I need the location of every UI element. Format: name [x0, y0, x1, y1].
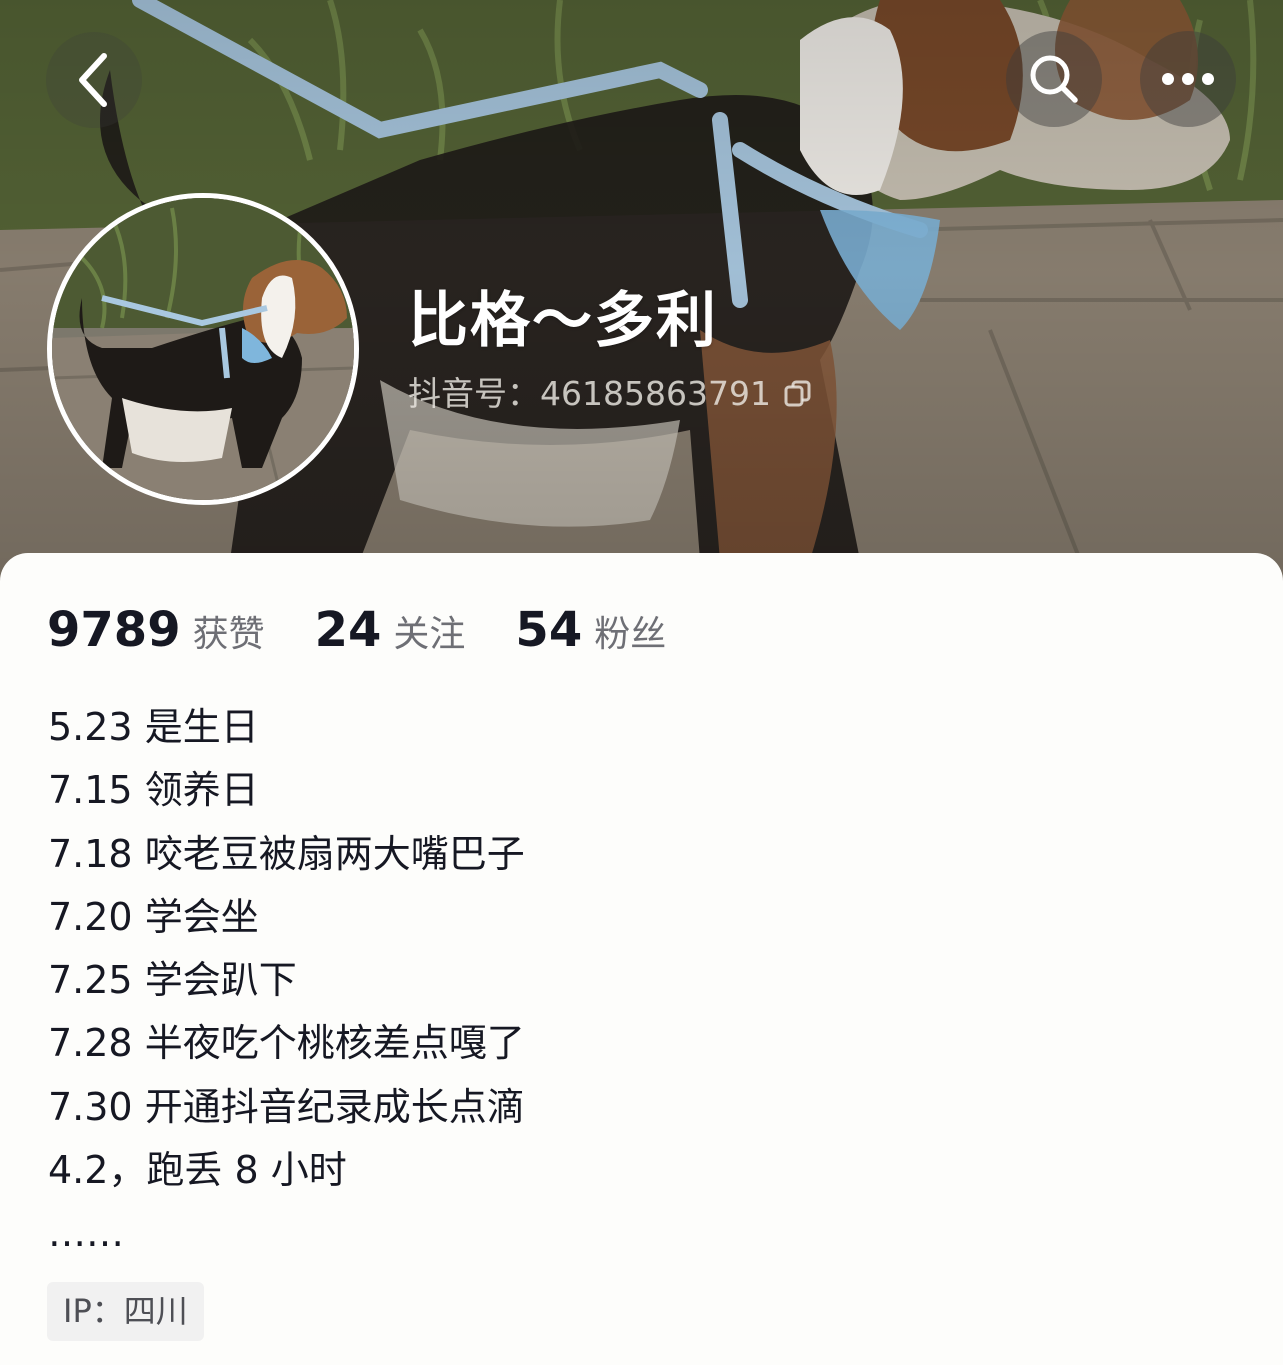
douyin-id: 抖音号：46185863791 — [408, 374, 771, 413]
stats-row: 9789 获赞 24 关注 54 粉丝 — [47, 600, 716, 665]
more-dots-icon — [1162, 73, 1214, 85]
chevron-left-icon — [79, 53, 107, 107]
bio-line: 7.30 开通抖音纪录成长点滴 — [48, 1084, 525, 1129]
stat-likes-label: 获赞 — [192, 614, 265, 655]
stat-followers-label: 粉丝 — [594, 614, 667, 655]
bio-line: 4.2，跑丢 8 小时 — [48, 1148, 347, 1193]
profile-cover-image: 比格～多利 抖音号：46185863791 — [0, 0, 1283, 600]
stat-likes-value: 9789 — [47, 602, 181, 658]
bio-line: 7.18 咬老豆被扇两大嘴巴子 — [48, 831, 525, 876]
bio-line: 7.20 学会坐 — [48, 894, 259, 939]
bio-line: 7.15 领养日 — [48, 768, 259, 813]
avatar-photo — [52, 198, 354, 500]
bio[interactable]: 5.23 是生日 7.15 领养日 7.18 咬老豆被扇两大嘴巴子 7.20 学… — [48, 696, 1198, 1266]
copy-icon[interactable] — [783, 379, 813, 409]
profile-page: 比格～多利 抖音号：46185863791 9789 获赞 24 关注 54 粉… — [0, 0, 1283, 1365]
bio-line: 5.23 是生日 — [48, 705, 259, 749]
search-button[interactable] — [1006, 31, 1102, 127]
ip-location-tag: IP：四川 — [47, 1282, 204, 1341]
nickname: 比格～多利 — [408, 286, 718, 356]
stat-likes[interactable]: 9789 获赞 — [47, 600, 265, 665]
stat-followers[interactable]: 54 粉丝 — [515, 600, 666, 665]
stat-following-label: 关注 — [393, 614, 466, 655]
back-button[interactable] — [46, 32, 142, 128]
douyin-id-row[interactable]: 抖音号：46185863791 — [408, 372, 813, 416]
stat-following-value: 24 — [314, 602, 382, 658]
search-icon — [1030, 55, 1078, 103]
more-button[interactable] — [1140, 31, 1236, 127]
bio-line: 7.28 半夜吃个桃核差点嘎了 — [48, 1021, 525, 1066]
stat-followers-value: 54 — [515, 602, 583, 658]
avatar[interactable] — [47, 193, 359, 505]
bio-more[interactable]: …… — [48, 1202, 1198, 1265]
stat-following[interactable]: 24 关注 — [315, 600, 466, 665]
bio-line: 7.25 学会趴下 — [48, 958, 297, 1003]
